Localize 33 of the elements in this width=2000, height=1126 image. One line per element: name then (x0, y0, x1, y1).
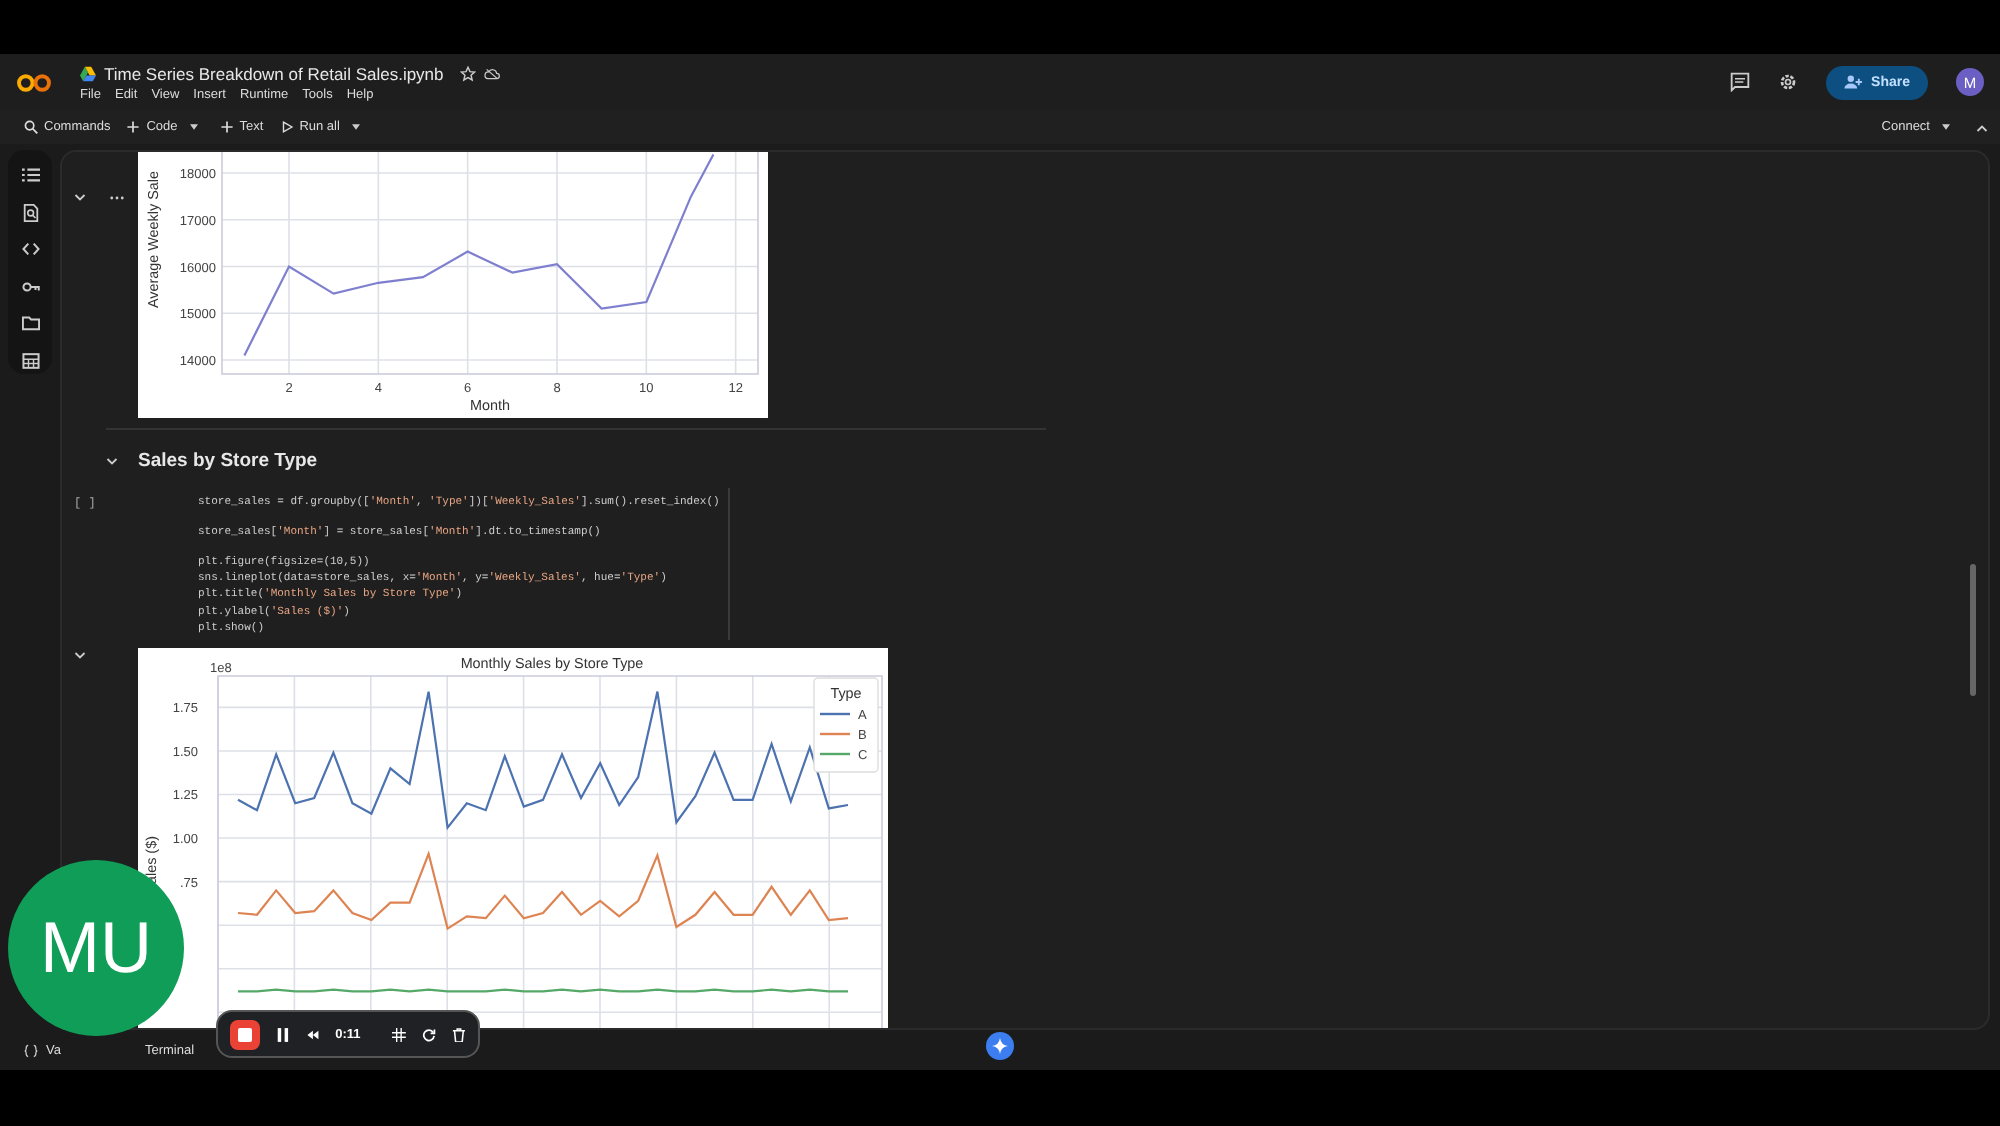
plus-icon (126, 120, 141, 134)
restart-icon[interactable] (422, 1027, 437, 1041)
pause-icon[interactable] (275, 1027, 290, 1041)
search-icon (24, 120, 38, 134)
scrollbar[interactable] (1970, 564, 1976, 696)
table-of-contents-icon[interactable] (21, 166, 39, 184)
delete-icon[interactable] (452, 1027, 466, 1041)
settings-icon[interactable] (1777, 72, 1798, 92)
drive-icon (80, 65, 96, 81)
star-icon[interactable] (459, 65, 476, 81)
plus-icon (219, 120, 234, 134)
collapse-icon[interactable] (74, 194, 86, 202)
stop-button[interactable] (230, 1019, 260, 1049)
play-icon (279, 120, 294, 134)
section-heading: Sales by Store Type (138, 450, 318, 473)
dropdown-icon[interactable] (351, 124, 360, 130)
dropdown-icon[interactable] (1942, 124, 1950, 130)
key-icon[interactable] (21, 277, 39, 295)
folder-icon[interactable] (21, 314, 39, 332)
notebook-title[interactable]: Time Series Breakdown of Retail Sales.ipynb (104, 63, 444, 83)
comment-icon[interactable] (1729, 72, 1750, 92)
collapse-icon[interactable] (74, 652, 86, 660)
people-icon (1843, 74, 1864, 90)
colab-logo[interactable] (16, 71, 52, 93)
collapse-icon[interactable] (1976, 123, 1988, 131)
code-icon[interactable] (21, 240, 39, 258)
cloud-icon[interactable] (483, 65, 500, 81)
find-icon[interactable] (21, 203, 39, 221)
variables-icon[interactable] (24, 1043, 38, 1057)
collapse-icon[interactable] (106, 457, 118, 466)
dropdown-icon[interactable] (189, 124, 198, 130)
table-icon[interactable] (21, 351, 39, 369)
grid-icon[interactable] (392, 1027, 407, 1041)
